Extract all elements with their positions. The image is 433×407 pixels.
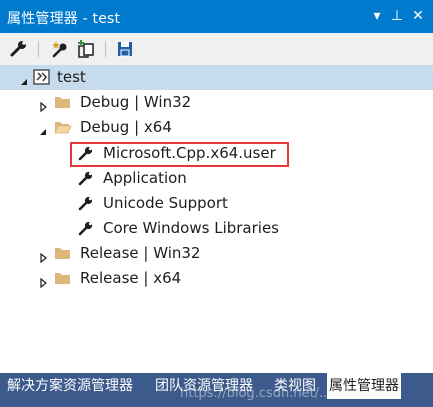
property-sheet-wrench-icon xyxy=(77,195,95,211)
tree-child-application[interactable]: Application xyxy=(0,166,433,191)
watermark-text: https://blog.csdn.net/...26 xyxy=(180,386,348,401)
wrench-icon[interactable] xyxy=(9,39,29,59)
property-tree: test Debug | Win32 Debug | x64 Microsoft… xyxy=(0,65,433,373)
tree-root-label: test xyxy=(57,68,86,86)
tree-root-test[interactable]: test xyxy=(0,65,433,90)
tree-child-core-windows-libraries[interactable]: Core Windows Libraries xyxy=(0,216,433,241)
expanded-arrow-icon[interactable] xyxy=(38,122,48,135)
tree-child-label: Unicode Support xyxy=(103,194,228,212)
collapsed-arrow-icon[interactable] xyxy=(38,97,48,113)
folder-icon xyxy=(54,270,72,286)
save-icon[interactable] xyxy=(115,39,135,59)
collapsed-arrow-icon[interactable] xyxy=(38,248,48,264)
close-icon[interactable]: ✕ xyxy=(409,6,427,26)
dropdown-icon[interactable]: ▾ xyxy=(368,6,386,26)
toolbar-separator xyxy=(38,41,39,57)
add-new-property-sheet-icon[interactable] xyxy=(50,39,70,59)
project-icon xyxy=(33,69,51,85)
tree-item-label: Debug | Win32 xyxy=(80,93,192,111)
tree-item-label: Release | x64 xyxy=(80,269,182,287)
tree-item-debug-x64[interactable]: Debug | x64 xyxy=(0,115,433,140)
add-existing-property-sheet-icon[interactable] xyxy=(76,39,96,59)
toolbar xyxy=(0,33,433,65)
window-title: 属性管理器 - test xyxy=(7,11,121,27)
title-bar: 属性管理器 - test ▾ ⊥ ✕ xyxy=(0,0,433,33)
highlight-annotation-box xyxy=(70,142,289,167)
tab-solution-explorer[interactable]: 解决方案资源管理器 xyxy=(5,375,135,397)
expanded-arrow-icon[interactable] xyxy=(19,72,29,85)
tree-child-unicode-support[interactable]: Unicode Support xyxy=(0,191,433,216)
tree-item-release-win32[interactable]: Release | Win32 xyxy=(0,241,433,266)
tree-item-label: Debug | x64 xyxy=(80,118,172,136)
folder-icon xyxy=(54,245,72,261)
toolbar-separator xyxy=(105,41,106,57)
pin-icon[interactable]: ⊥ xyxy=(388,6,406,26)
property-sheet-wrench-icon xyxy=(77,170,95,186)
tree-item-debug-win32[interactable]: Debug | Win32 xyxy=(0,90,433,115)
open-folder-icon xyxy=(54,119,72,135)
property-sheet-wrench-icon xyxy=(77,220,95,236)
collapsed-arrow-icon[interactable] xyxy=(38,273,48,289)
tree-child-label: Core Windows Libraries xyxy=(103,219,279,237)
tree-item-release-x64[interactable]: Release | x64 xyxy=(0,266,433,291)
folder-icon xyxy=(54,94,72,110)
tree-child-label: Application xyxy=(103,169,187,187)
tree-item-label: Release | Win32 xyxy=(80,244,201,262)
